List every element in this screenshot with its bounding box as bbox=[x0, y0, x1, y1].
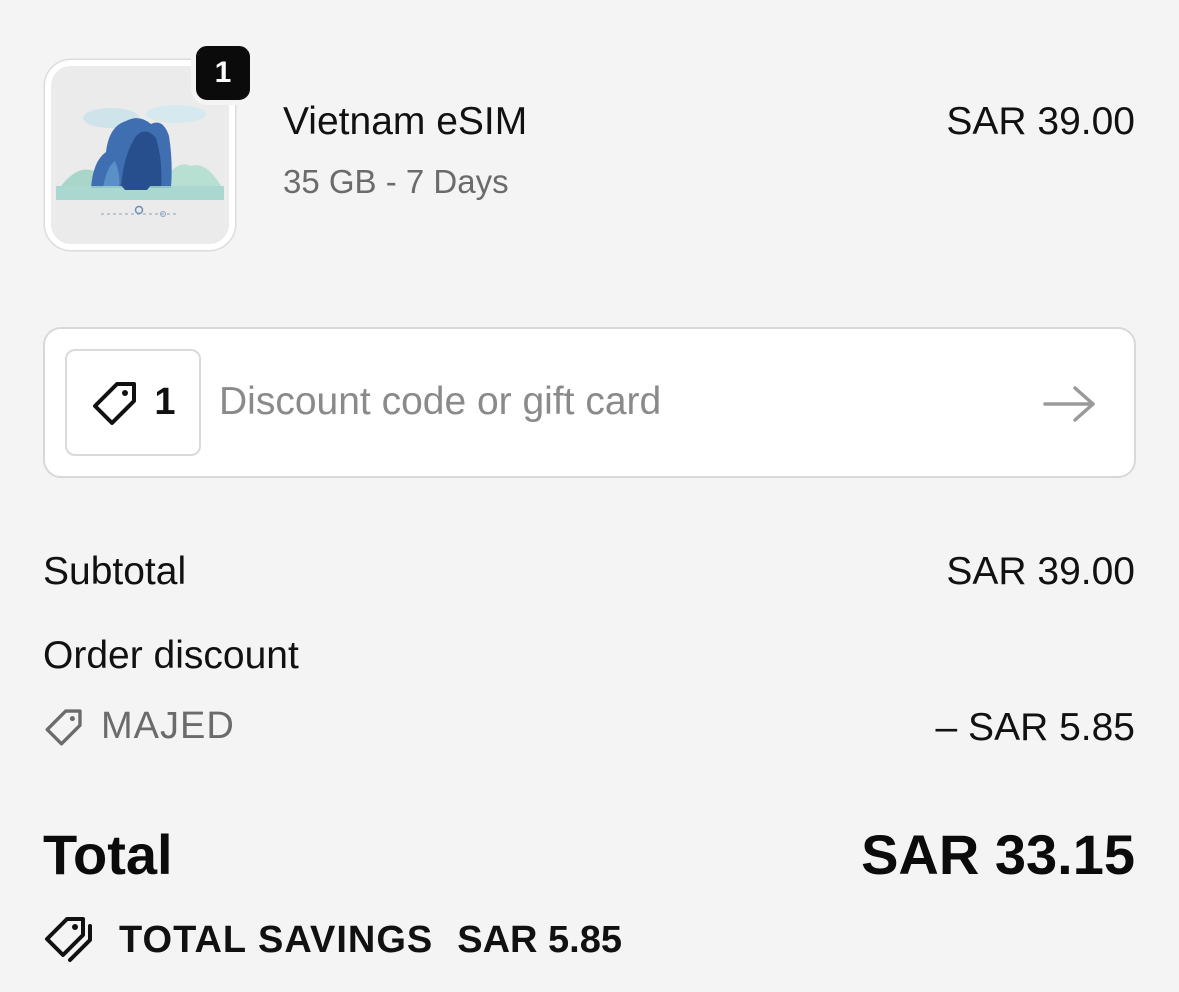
quantity-badge: 1 bbox=[191, 41, 255, 105]
total-savings-label: TOTAL SAVINGS bbox=[119, 918, 434, 961]
product-title: Vietnam eSIM bbox=[283, 100, 528, 143]
tag-icon bbox=[93, 381, 137, 425]
tags-icon bbox=[45, 917, 92, 962]
product-price: SAR 39.00 bbox=[946, 100, 1135, 143]
tag-icon bbox=[45, 708, 82, 745]
total-savings-amount: SAR 5.85 bbox=[457, 918, 622, 961]
discount-code-box: 1 bbox=[43, 327, 1136, 478]
arrow-right-icon bbox=[1043, 386, 1095, 422]
apply-discount-button[interactable] bbox=[1035, 369, 1105, 439]
product-variant: 35 GB - 7 Days bbox=[283, 163, 509, 200]
order-discount-label: Order discount bbox=[43, 634, 299, 677]
discount-value: – SAR 5.85 bbox=[935, 706, 1135, 749]
subtotal-label: Subtotal bbox=[43, 550, 187, 593]
total-savings-row: TOTAL SAVINGS SAR 5.85 bbox=[43, 914, 622, 966]
applied-discounts-count: 1 bbox=[154, 381, 176, 423]
applied-discount-code: MAJED bbox=[43, 705, 235, 748]
subtotal-value: SAR 39.00 bbox=[946, 550, 1135, 593]
total-value: SAR 33.15 bbox=[861, 823, 1135, 886]
total-label: Total bbox=[43, 823, 173, 886]
discount-code-input[interactable] bbox=[219, 359, 999, 445]
applied-discounts-chip[interactable]: 1 bbox=[65, 349, 201, 456]
discount-code-text: MAJED bbox=[101, 705, 235, 747]
